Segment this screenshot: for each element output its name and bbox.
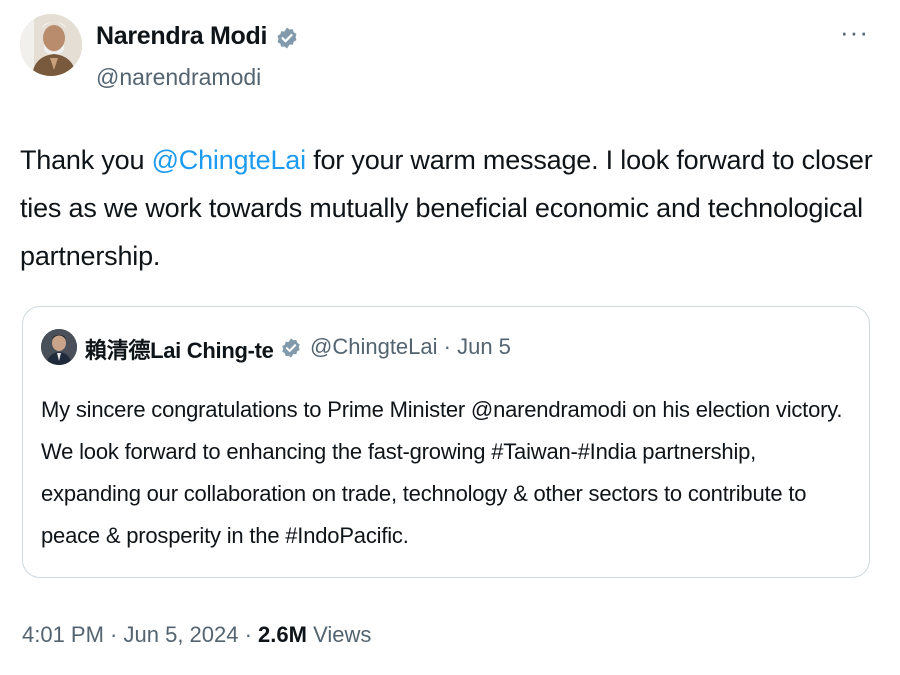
quoted-verified-badge-icon[interactable] — [280, 337, 302, 359]
author-avatar-image — [20, 14, 82, 76]
quoted-tweet[interactable]: 賴清德Lai Ching-te @ChingteLai · Jun 5 My s… — [22, 306, 870, 578]
footer-separator: · — [103, 622, 124, 647]
views-count: 2.6M — [258, 622, 307, 647]
quoted-separator: · — [437, 334, 458, 359]
tweet-footer: 4:01 PM · Jun 5, 2024 · 2.6M Views — [22, 622, 371, 648]
mention-link[interactable]: @ChingteLai — [152, 145, 307, 175]
tweet-text: Thank you @ChingteLai for your warm mess… — [20, 136, 880, 280]
more-options-icon[interactable]: ··· — [840, 19, 869, 45]
verified-badge-icon[interactable] — [275, 26, 299, 50]
tweet-text-start: Thank you — [20, 145, 152, 175]
tweet-date[interactable]: Jun 5, 2024 — [124, 622, 239, 647]
footer-separator: · — [238, 622, 259, 647]
quoted-meta: @ChingteLai · Jun 5 — [310, 334, 511, 360]
author-handle[interactable]: @narendramodi — [96, 64, 261, 91]
author-avatar[interactable] — [20, 14, 82, 76]
quoted-author-avatar[interactable] — [41, 329, 77, 365]
quoted-author-handle[interactable]: @ChingteLai — [310, 334, 438, 359]
quoted-avatar-image — [41, 329, 77, 365]
author-name[interactable]: Narendra Modi — [96, 22, 267, 51]
views-label: Views — [306, 622, 372, 647]
tweet-time[interactable]: 4:01 PM — [22, 622, 104, 647]
quoted-date[interactable]: Jun 5 — [457, 334, 511, 359]
tweet-card: Narendra Modi @narendramodi ··· Thank yo… — [0, 0, 900, 675]
quoted-tweet-text: My sincere congratulations to Prime Mini… — [41, 397, 843, 548]
quoted-author-name[interactable]: 賴清德Lai Ching-te — [85, 333, 274, 365]
